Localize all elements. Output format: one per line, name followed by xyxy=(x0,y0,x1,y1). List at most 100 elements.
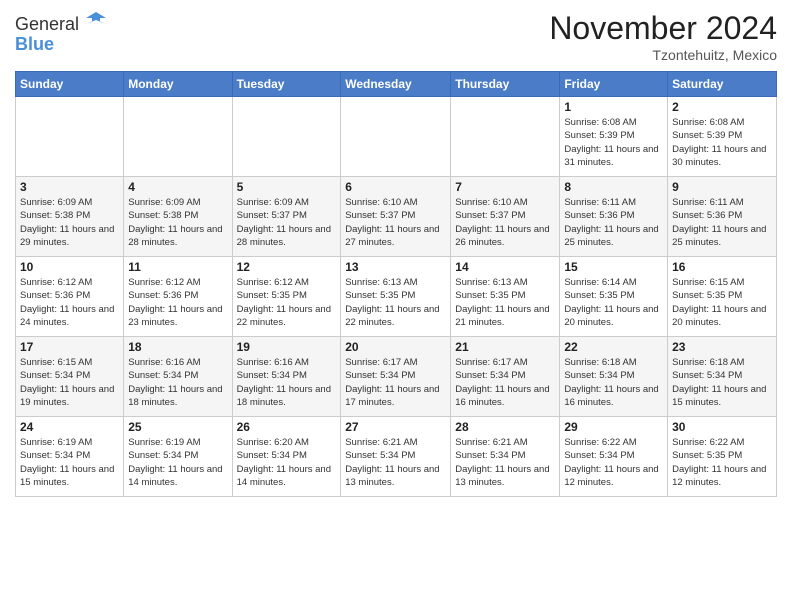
calendar-cell: 22Sunrise: 6:18 AM Sunset: 5:34 PM Dayli… xyxy=(560,337,668,417)
day-info: Sunrise: 6:10 AM Sunset: 5:37 PM Dayligh… xyxy=(455,196,555,249)
calendar-cell: 3 Sunrise: 6:09 AM Sunset: 5:38 PM Daylig… xyxy=(16,177,124,257)
calendar-cell: 26 Sunrise: 6:20 AM Sunset: 5:34 PM Dayli… xyxy=(232,417,341,497)
day-number: 12 xyxy=(237,260,337,274)
day-number: 25 xyxy=(128,420,227,434)
day-number: 18 xyxy=(128,340,227,354)
day-info: Sunrise: 6:09 AM Sunset: 5:38 PM Dayligh… xyxy=(20,196,119,249)
calendar-cell: 7 Sunrise: 6:10 AM Sunset: 5:37 PM Daylig… xyxy=(451,177,560,257)
calendar-cell xyxy=(232,97,341,177)
day-info: Sunrise: 6:09 AM Sunset: 5:37 PM Dayligh… xyxy=(237,196,337,249)
calendar-cell: 10 Sunrise: 6:12 AM Sunset: 5:36 PM Dayli… xyxy=(16,257,124,337)
day-info: Sunrise: 6:18 AM Sunset: 5:34 PM Dayligh… xyxy=(564,356,663,409)
calendar-week-row: 3 Sunrise: 6:09 AM Sunset: 5:38 PM Daylig… xyxy=(16,177,777,257)
calendar-cell xyxy=(341,97,451,177)
day-info: Sunrise: 6:11 AM Sunset: 5:36 PM Dayligh… xyxy=(564,196,663,249)
location-subtitle: Tzontehuitz, Mexico xyxy=(549,47,777,63)
calendar-week-row: 1 Sunrise: 6:08 AM Sunset: 5:39 PM Daylig… xyxy=(16,97,777,177)
day-info: Sunrise: 6:19 AM Sunset: 5:34 PM Dayligh… xyxy=(20,436,119,489)
col-monday: Monday xyxy=(124,72,232,97)
day-info: Sunrise: 6:22 AM Sunset: 5:34 PM Dayligh… xyxy=(564,436,663,489)
col-thursday: Thursday xyxy=(451,72,560,97)
day-number: 19 xyxy=(237,340,337,354)
day-number: 27 xyxy=(345,420,446,434)
col-saturday: Saturday xyxy=(668,72,777,97)
calendar-cell: 11Sunrise: 6:12 AM Sunset: 5:36 PM Dayli… xyxy=(124,257,232,337)
day-number: 20 xyxy=(345,340,446,354)
day-info: Sunrise: 6:18 AM Sunset: 5:34 PM Dayligh… xyxy=(672,356,772,409)
month-title: November 2024 xyxy=(549,10,777,47)
day-number: 28 xyxy=(455,420,555,434)
day-number: 5 xyxy=(237,180,337,194)
day-info: Sunrise: 6:12 AM Sunset: 5:35 PM Dayligh… xyxy=(237,276,337,329)
day-info: Sunrise: 6:12 AM Sunset: 5:36 PM Dayligh… xyxy=(128,276,227,329)
calendar-cell: 13Sunrise: 6:13 AM Sunset: 5:35 PM Dayli… xyxy=(341,257,451,337)
logo: General Blue xyxy=(15,10,106,55)
calendar-cell: 29 Sunrise: 6:22 AM Sunset: 5:34 PM Dayli… xyxy=(560,417,668,497)
day-info: Sunrise: 6:12 AM Sunset: 5:36 PM Dayligh… xyxy=(20,276,119,329)
day-number: 29 xyxy=(564,420,663,434)
title-block: November 2024 Tzontehuitz, Mexico xyxy=(549,10,777,63)
day-info: Sunrise: 6:16 AM Sunset: 5:34 PM Dayligh… xyxy=(237,356,337,409)
logo-general-text: General xyxy=(15,10,106,35)
day-info: Sunrise: 6:20 AM Sunset: 5:34 PM Dayligh… xyxy=(237,436,337,489)
calendar-cell: 23 Sunrise: 6:18 AM Sunset: 5:34 PM Dayli… xyxy=(668,337,777,417)
day-number: 10 xyxy=(20,260,119,274)
calendar-cell: 12 Sunrise: 6:12 AM Sunset: 5:35 PM Dayli… xyxy=(232,257,341,337)
calendar-week-row: 10 Sunrise: 6:12 AM Sunset: 5:36 PM Dayli… xyxy=(16,257,777,337)
calendar-cell xyxy=(16,97,124,177)
calendar-cell: 20Sunrise: 6:17 AM Sunset: 5:34 PM Dayli… xyxy=(341,337,451,417)
day-info: Sunrise: 6:08 AM Sunset: 5:39 PM Dayligh… xyxy=(564,116,663,169)
day-info: Sunrise: 6:19 AM Sunset: 5:34 PM Dayligh… xyxy=(128,436,227,489)
day-info: Sunrise: 6:15 AM Sunset: 5:34 PM Dayligh… xyxy=(20,356,119,409)
day-number: 3 xyxy=(20,180,119,194)
day-number: 21 xyxy=(455,340,555,354)
day-number: 17 xyxy=(20,340,119,354)
calendar-cell: 24 Sunrise: 6:19 AM Sunset: 5:34 PM Dayli… xyxy=(16,417,124,497)
day-number: 15 xyxy=(564,260,663,274)
day-info: Sunrise: 6:21 AM Sunset: 5:34 PM Dayligh… xyxy=(455,436,555,489)
calendar-cell: 16Sunrise: 6:15 AM Sunset: 5:35 PM Dayli… xyxy=(668,257,777,337)
calendar-cell: 28 Sunrise: 6:21 AM Sunset: 5:34 PM Dayli… xyxy=(451,417,560,497)
logo-bird-icon xyxy=(86,10,106,30)
day-info: Sunrise: 6:16 AM Sunset: 5:34 PM Dayligh… xyxy=(128,356,227,409)
calendar-week-row: 24 Sunrise: 6:19 AM Sunset: 5:34 PM Dayli… xyxy=(16,417,777,497)
col-wednesday: Wednesday xyxy=(341,72,451,97)
day-info: Sunrise: 6:11 AM Sunset: 5:36 PM Dayligh… xyxy=(672,196,772,249)
calendar-cell: 25 Sunrise: 6:19 AM Sunset: 5:34 PM Dayli… xyxy=(124,417,232,497)
calendar-cell xyxy=(124,97,232,177)
page-header: General Blue November 2024 Tzontehuitz, … xyxy=(15,10,777,63)
day-number: 30 xyxy=(672,420,772,434)
calendar-week-row: 17 Sunrise: 6:15 AM Sunset: 5:34 PM Dayli… xyxy=(16,337,777,417)
day-number: 2 xyxy=(672,100,772,114)
col-friday: Friday xyxy=(560,72,668,97)
day-info: Sunrise: 6:10 AM Sunset: 5:37 PM Dayligh… xyxy=(345,196,446,249)
day-number: 26 xyxy=(237,420,337,434)
day-number: 8 xyxy=(564,180,663,194)
day-number: 7 xyxy=(455,180,555,194)
calendar-cell: 17 Sunrise: 6:15 AM Sunset: 5:34 PM Dayli… xyxy=(16,337,124,417)
day-info: Sunrise: 6:09 AM Sunset: 5:38 PM Dayligh… xyxy=(128,196,227,249)
calendar-cell: 5 Sunrise: 6:09 AM Sunset: 5:37 PM Daylig… xyxy=(232,177,341,257)
calendar-table: Sunday Monday Tuesday Wednesday Thursday… xyxy=(15,71,777,497)
calendar-cell: 6 Sunrise: 6:10 AM Sunset: 5:37 PM Daylig… xyxy=(341,177,451,257)
day-info: Sunrise: 6:13 AM Sunset: 5:35 PM Dayligh… xyxy=(455,276,555,329)
logo-blue-text: Blue xyxy=(15,34,54,54)
calendar-cell: 9Sunrise: 6:11 AM Sunset: 5:36 PM Daylig… xyxy=(668,177,777,257)
calendar-cell: 4Sunrise: 6:09 AM Sunset: 5:38 PM Daylig… xyxy=(124,177,232,257)
day-info: Sunrise: 6:14 AM Sunset: 5:35 PM Dayligh… xyxy=(564,276,663,329)
calendar-cell: 30 Sunrise: 6:22 AM Sunset: 5:35 PM Dayli… xyxy=(668,417,777,497)
calendar-cell: 21Sunrise: 6:17 AM Sunset: 5:34 PM Dayli… xyxy=(451,337,560,417)
day-number: 24 xyxy=(20,420,119,434)
calendar-cell: 14Sunrise: 6:13 AM Sunset: 5:35 PM Dayli… xyxy=(451,257,560,337)
calendar-cell xyxy=(451,97,560,177)
day-number: 1 xyxy=(564,100,663,114)
calendar-cell: 19 Sunrise: 6:16 AM Sunset: 5:34 PM Dayli… xyxy=(232,337,341,417)
day-number: 6 xyxy=(345,180,446,194)
calendar-cell: 2Sunrise: 6:08 AM Sunset: 5:39 PM Daylig… xyxy=(668,97,777,177)
day-number: 23 xyxy=(672,340,772,354)
calendar-cell: 1 Sunrise: 6:08 AM Sunset: 5:39 PM Daylig… xyxy=(560,97,668,177)
day-info: Sunrise: 6:21 AM Sunset: 5:34 PM Dayligh… xyxy=(345,436,446,489)
day-info: Sunrise: 6:22 AM Sunset: 5:35 PM Dayligh… xyxy=(672,436,772,489)
col-sunday: Sunday xyxy=(16,72,124,97)
calendar-header-row: Sunday Monday Tuesday Wednesday Thursday… xyxy=(16,72,777,97)
